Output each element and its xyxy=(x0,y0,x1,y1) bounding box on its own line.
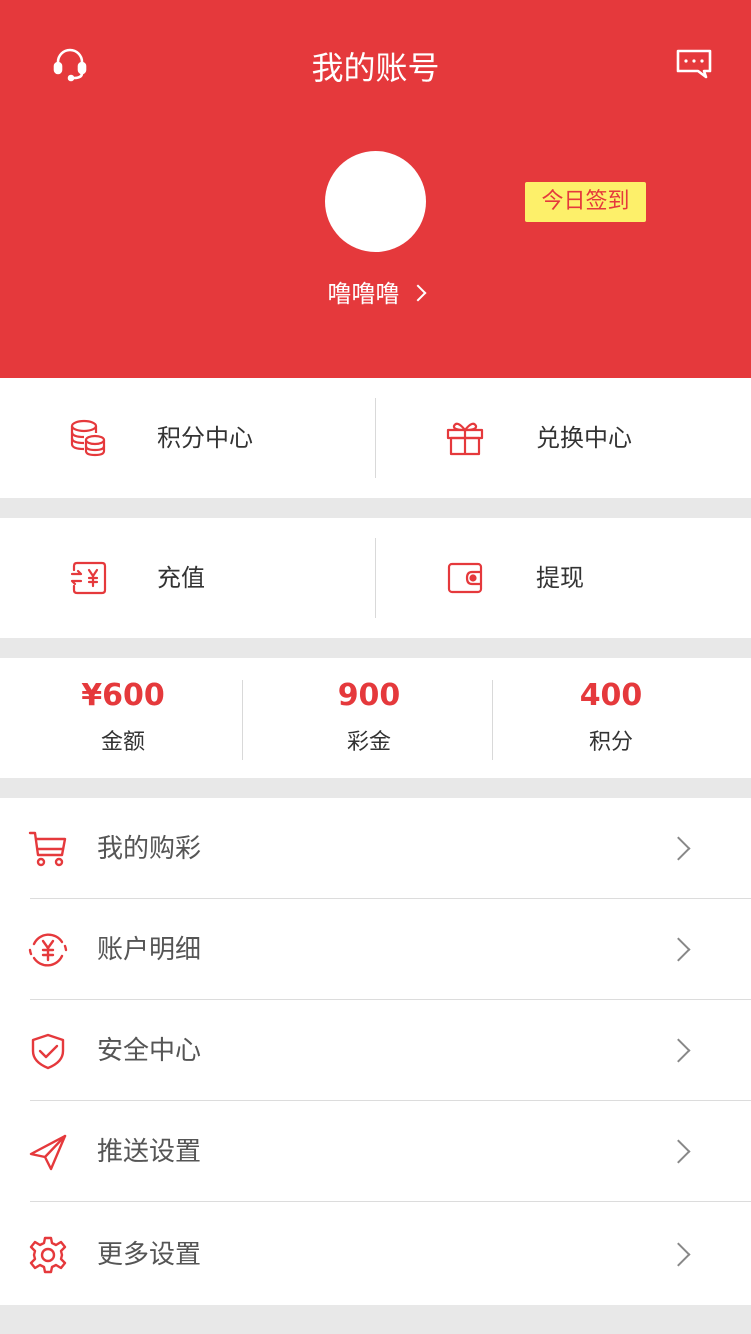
grid-row-points: 积分中心 兑换中心 xyxy=(0,378,751,498)
wallet-icon xyxy=(445,558,485,598)
daily-signin-button[interactable]: 今日签到 xyxy=(525,182,646,222)
stat-balance[interactable]: ¥600 金额 xyxy=(0,658,246,778)
grid-row-funds: 充值 提现 xyxy=(0,518,751,638)
points-center-label: 积分中心 xyxy=(157,424,253,452)
settings-menu: 我的购彩 账户明细 安全中心 推送设置 更多设置 xyxy=(0,798,751,1305)
stat-points[interactable]: 400 积分 xyxy=(492,658,730,778)
recharge-yen-icon xyxy=(68,558,108,598)
menu-item-label: 安全中心 xyxy=(97,1036,202,1066)
stat-balance-value: ¥600 xyxy=(81,678,165,713)
divider xyxy=(242,680,243,760)
page-title: 我的账号 xyxy=(311,49,440,87)
chevron-right-icon xyxy=(666,937,691,962)
chevron-right-icon xyxy=(409,284,426,302)
menu-item-push-settings[interactable]: 推送设置 xyxy=(0,1101,751,1202)
cart-icon xyxy=(28,829,68,869)
menu-item-label: 账户明细 xyxy=(97,935,202,965)
recharge-button[interactable]: 充值 xyxy=(0,518,375,638)
menu-item-my-purchases[interactable]: 我的购彩 xyxy=(0,798,751,899)
menu-item-label: 更多设置 xyxy=(97,1240,202,1270)
menu-item-more-settings[interactable]: 更多设置 xyxy=(0,1204,751,1305)
stats-bar: ¥600 金额 900 彩金 400 积分 xyxy=(0,658,751,778)
yen-cycle-icon xyxy=(28,930,68,970)
menu-item-account-details[interactable]: 账户明细 xyxy=(0,899,751,1000)
divider xyxy=(30,1201,751,1202)
message-icon[interactable] xyxy=(674,44,714,84)
menu-item-label: 推送设置 xyxy=(97,1137,202,1167)
stat-points-value: 400 xyxy=(579,678,643,713)
stat-bonus-value: 900 xyxy=(337,678,401,713)
paper-plane-icon xyxy=(28,1132,68,1172)
chevron-right-icon xyxy=(666,1038,691,1063)
shield-check-icon xyxy=(28,1031,68,1071)
withdraw-label: 提现 xyxy=(536,564,584,592)
coins-stack-icon xyxy=(68,418,108,458)
stat-bonus-label: 彩金 xyxy=(346,730,391,755)
exchange-center-label: 兑换中心 xyxy=(536,424,632,452)
profile-header: 我的账号 今日签到 噜噜噜 xyxy=(0,0,751,378)
stat-bonus[interactable]: 900 彩金 xyxy=(246,658,492,778)
stat-points-label: 积分 xyxy=(588,730,633,755)
chevron-right-icon xyxy=(666,836,691,861)
menu-item-security-center[interactable]: 安全中心 xyxy=(0,1000,751,1101)
gear-icon xyxy=(28,1235,68,1275)
recharge-label: 充值 xyxy=(157,564,205,592)
menu-item-label: 我的购彩 xyxy=(97,834,202,864)
chevron-right-icon xyxy=(666,1139,691,1164)
stat-balance-label: 金额 xyxy=(100,730,145,755)
chevron-right-icon xyxy=(666,1242,691,1267)
avatar[interactable] xyxy=(325,151,426,252)
withdraw-button[interactable]: 提现 xyxy=(376,518,751,638)
username-link[interactable]: 噜噜噜 xyxy=(0,276,751,312)
gift-icon xyxy=(445,418,485,458)
points-center-button[interactable]: 积分中心 xyxy=(0,378,375,498)
username-text: 噜噜噜 xyxy=(327,280,400,308)
exchange-center-button[interactable]: 兑换中心 xyxy=(376,378,751,498)
